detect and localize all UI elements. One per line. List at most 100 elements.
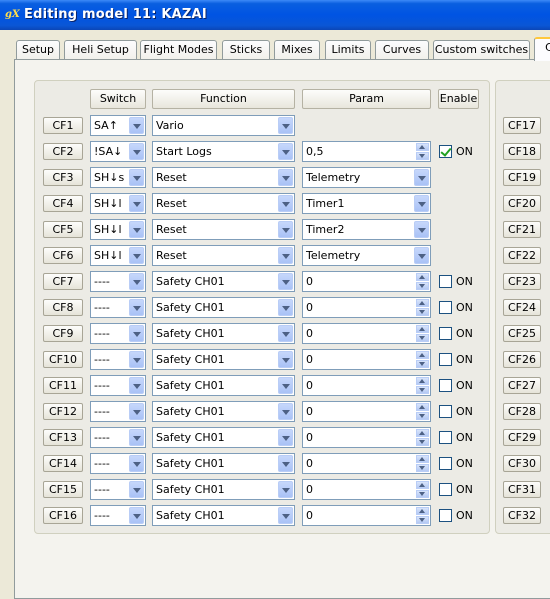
chevron-down-icon[interactable] <box>414 195 429 212</box>
cf-button-cf8[interactable]: CF8 <box>43 299 83 316</box>
function-select[interactable]: Reset <box>152 219 295 240</box>
spin-up-icon[interactable] <box>416 403 429 411</box>
spin-down-icon[interactable] <box>416 386 429 394</box>
function-select[interactable]: Safety CH01 <box>152 401 295 422</box>
switch-select[interactable]: ---- <box>90 401 146 422</box>
function-select[interactable]: Safety CH01 <box>152 505 295 526</box>
spin-up-icon[interactable] <box>416 429 429 437</box>
chevron-down-icon[interactable] <box>278 195 293 212</box>
chevron-down-icon[interactable] <box>129 377 144 394</box>
chevron-down-icon[interactable] <box>278 507 293 524</box>
cf-button-cf20[interactable]: CF20 <box>503 195 541 212</box>
chevron-down-icon[interactable] <box>129 169 144 186</box>
cf-button-cf24[interactable]: CF24 <box>503 299 541 316</box>
chevron-down-icon[interactable] <box>278 169 293 186</box>
tab-limits[interactable]: Limits <box>325 40 371 60</box>
param-spinbox[interactable]: 0 <box>302 453 431 474</box>
switch-select[interactable]: ---- <box>90 453 146 474</box>
enable-checkbox[interactable] <box>439 483 452 496</box>
spin-down-icon[interactable] <box>416 412 429 420</box>
spin-up-icon[interactable] <box>416 507 429 515</box>
chevron-down-icon[interactable] <box>414 247 429 264</box>
spin-up-icon[interactable] <box>416 273 429 281</box>
function-select[interactable]: Safety CH01 <box>152 349 295 370</box>
spin-down-icon[interactable] <box>416 334 429 342</box>
spin-down-icon[interactable] <box>416 152 429 160</box>
cf-button-cf30[interactable]: CF30 <box>503 455 541 472</box>
switch-select[interactable]: ---- <box>90 505 146 526</box>
enable-checkbox[interactable] <box>439 509 452 522</box>
enable-checkbox[interactable] <box>439 145 452 158</box>
spin-up-icon[interactable] <box>416 325 429 333</box>
switch-select[interactable]: SH↓s <box>90 167 146 188</box>
tab-flight-modes[interactable]: Flight Modes <box>140 40 217 60</box>
function-select[interactable]: Safety CH01 <box>152 323 295 344</box>
switch-select[interactable]: SH↓l <box>90 193 146 214</box>
cf-button-cf18[interactable]: CF18 <box>503 143 541 160</box>
tab-heli-setup[interactable]: Heli Setup <box>64 40 137 60</box>
tab-curves[interactable]: Curves <box>375 40 429 60</box>
param-spinbox[interactable]: 0 <box>302 427 431 448</box>
cf-button-cf10[interactable]: CF10 <box>43 351 83 368</box>
cf-button-cf31[interactable]: CF31 <box>503 481 541 498</box>
cf-button-cf29[interactable]: CF29 <box>503 429 541 446</box>
switch-select[interactable]: SH↓l <box>90 245 146 266</box>
chevron-down-icon[interactable] <box>278 351 293 368</box>
switch-select[interactable]: ---- <box>90 375 146 396</box>
cf-button-cf27[interactable]: CF27 <box>503 377 541 394</box>
chevron-down-icon[interactable] <box>129 351 144 368</box>
cf-button-cf22[interactable]: CF22 <box>503 247 541 264</box>
cf-button-cf14[interactable]: CF14 <box>43 455 83 472</box>
tab-custom-switches[interactable]: Custom switches <box>433 40 530 60</box>
cf-button-cf23[interactable]: CF23 <box>503 273 541 290</box>
param-spinbox[interactable]: 0 <box>302 505 431 526</box>
tab-sticks[interactable]: Sticks <box>222 40 270 60</box>
chevron-down-icon[interactable] <box>278 143 293 160</box>
function-select[interactable]: Vario <box>152 115 295 136</box>
chevron-down-icon[interactable] <box>278 117 293 134</box>
spin-up-icon[interactable] <box>416 351 429 359</box>
switch-select[interactable]: SH↓l <box>90 219 146 240</box>
switch-select[interactable]: ---- <box>90 349 146 370</box>
spin-down-icon[interactable] <box>416 516 429 524</box>
enable-checkbox[interactable] <box>439 457 452 470</box>
chevron-down-icon[interactable] <box>278 273 293 290</box>
spin-down-icon[interactable] <box>416 490 429 498</box>
enable-checkbox[interactable] <box>439 301 452 314</box>
enable-checkbox[interactable] <box>439 405 452 418</box>
chevron-down-icon[interactable] <box>278 481 293 498</box>
chevron-down-icon[interactable] <box>129 247 144 264</box>
param-select[interactable]: Timer1 <box>302 193 431 214</box>
function-select[interactable]: Reset <box>152 167 295 188</box>
cf-button-cf28[interactable]: CF28 <box>503 403 541 420</box>
function-select[interactable]: Reset <box>152 193 295 214</box>
chevron-down-icon[interactable] <box>278 377 293 394</box>
spin-up-icon[interactable] <box>416 481 429 489</box>
enable-checkbox[interactable] <box>439 431 452 444</box>
switch-select[interactable]: ---- <box>90 479 146 500</box>
enable-checkbox[interactable] <box>439 353 452 366</box>
cf-button-cf13[interactable]: CF13 <box>43 429 83 446</box>
param-spinbox[interactable]: 0 <box>302 323 431 344</box>
cf-button-cf5[interactable]: CF5 <box>43 221 83 238</box>
cf-button-cf15[interactable]: CF15 <box>43 481 83 498</box>
function-select[interactable]: Start Logs <box>152 141 295 162</box>
switch-select[interactable]: ---- <box>90 271 146 292</box>
switch-select[interactable]: !SA↓ <box>90 141 146 162</box>
param-select[interactable]: Timer2 <box>302 219 431 240</box>
param-spinbox[interactable]: 0 <box>302 375 431 396</box>
spin-down-icon[interactable] <box>416 438 429 446</box>
chevron-down-icon[interactable] <box>129 117 144 134</box>
cf-button-cf25[interactable]: CF25 <box>503 325 541 342</box>
param-spinbox[interactable]: 0 <box>302 349 431 370</box>
chevron-down-icon[interactable] <box>414 169 429 186</box>
function-select[interactable]: Safety CH01 <box>152 297 295 318</box>
cf-button-cf26[interactable]: CF26 <box>503 351 541 368</box>
switch-select[interactable]: ---- <box>90 323 146 344</box>
cf-button-cf19[interactable]: CF19 <box>503 169 541 186</box>
chevron-down-icon[interactable] <box>129 221 144 238</box>
cf-button-cf4[interactable]: CF4 <box>43 195 83 212</box>
chevron-down-icon[interactable] <box>278 325 293 342</box>
function-select[interactable]: Safety CH01 <box>152 453 295 474</box>
param-spinbox[interactable]: 0 <box>302 479 431 500</box>
